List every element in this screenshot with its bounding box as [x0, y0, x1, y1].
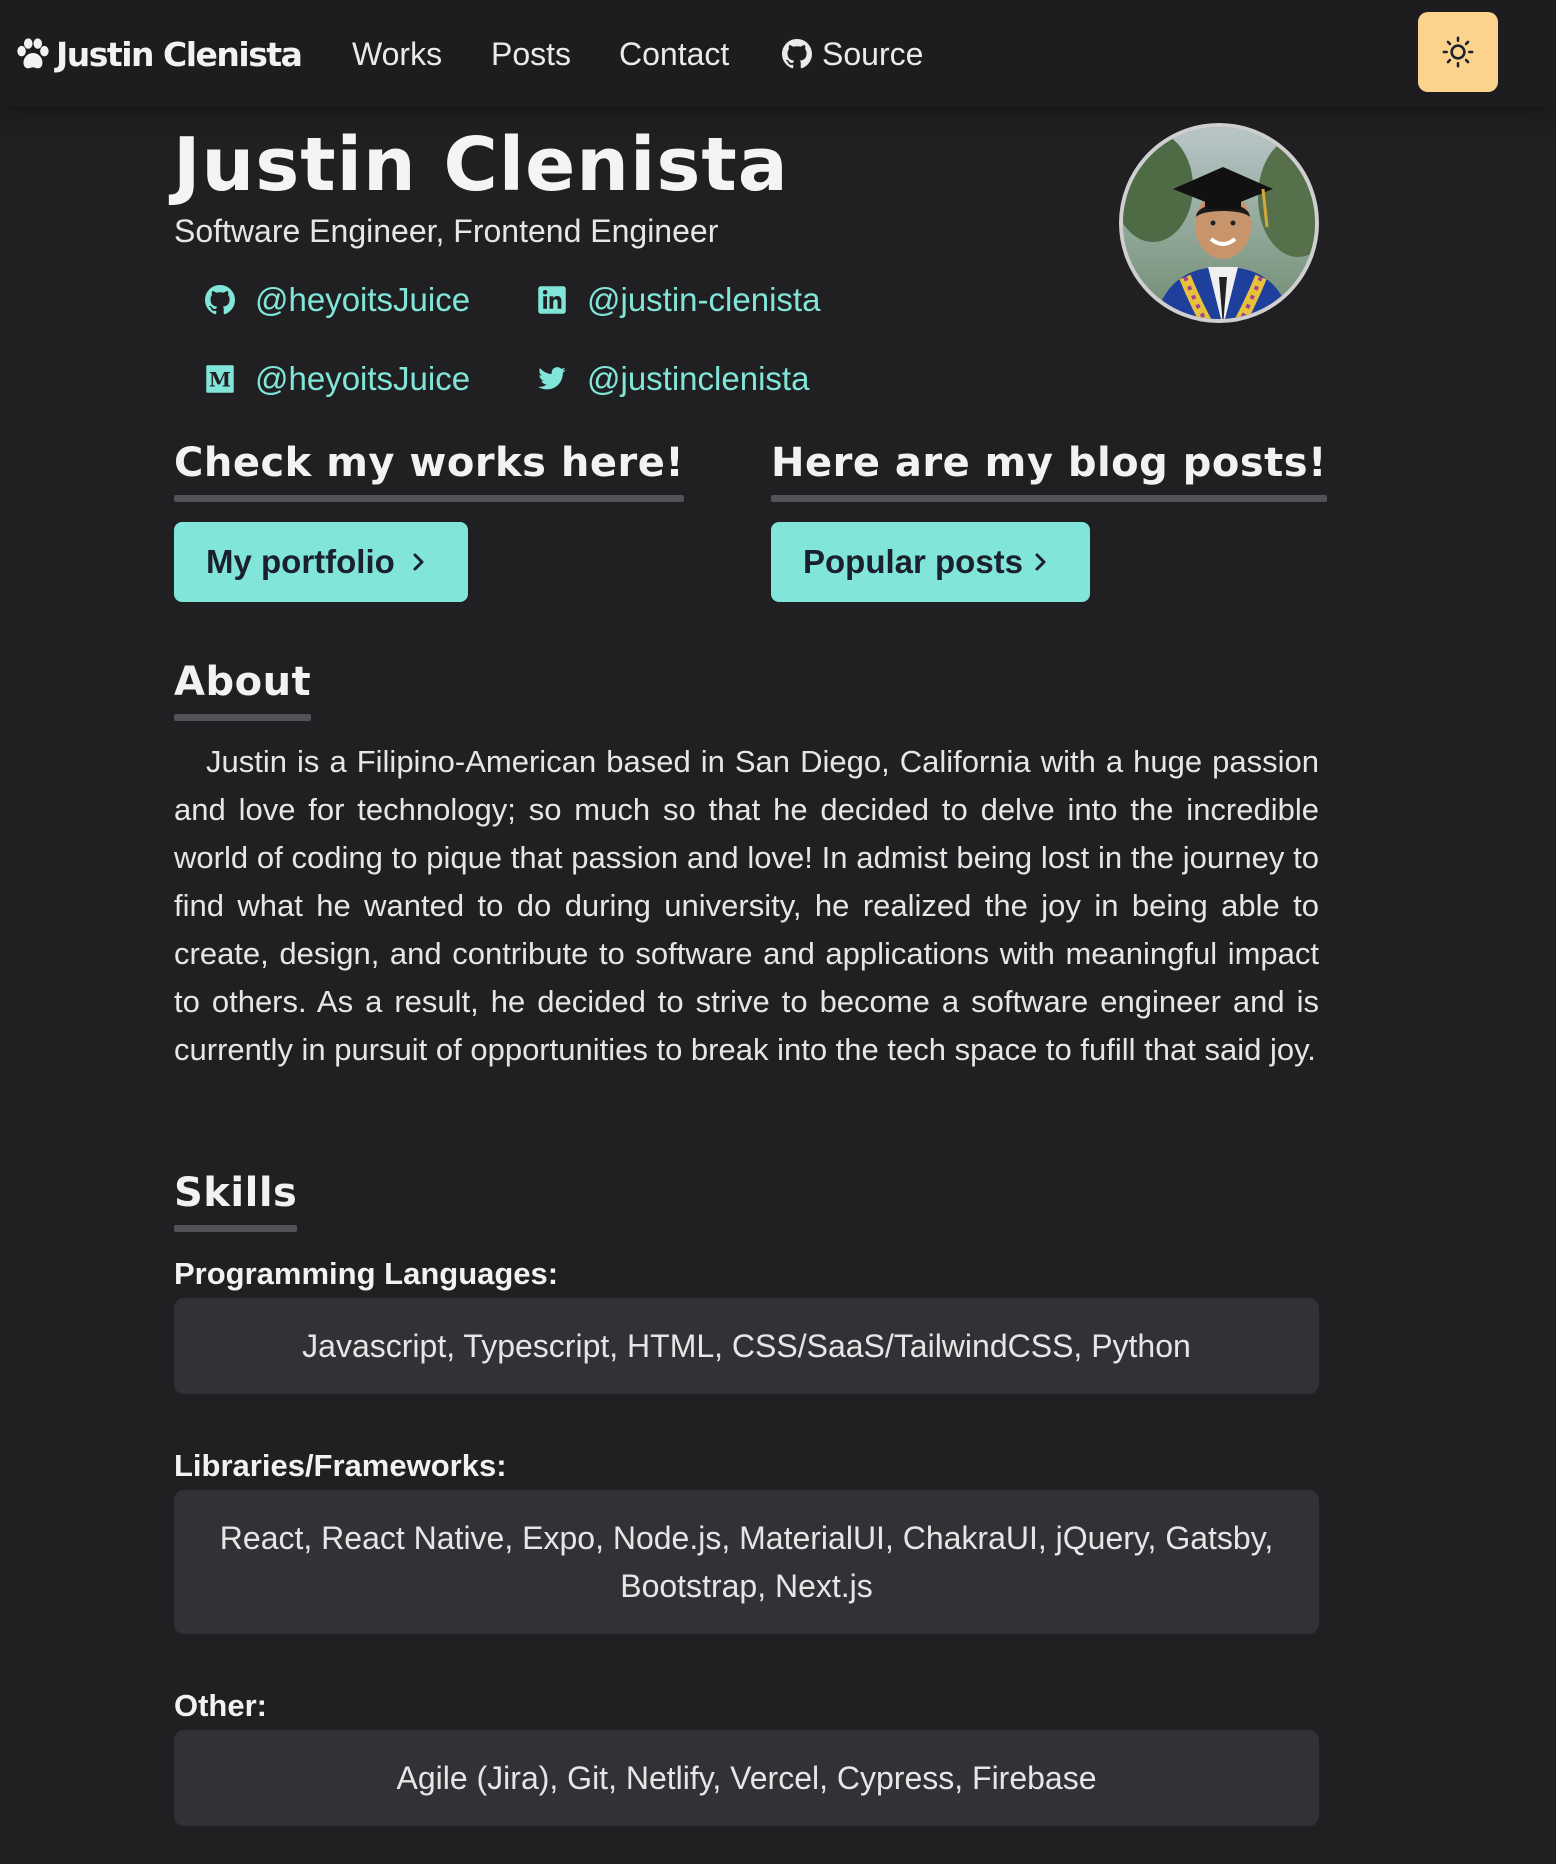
skill-group-items: Javascript, Typescript, HTML, CSS/SaaS/T…: [302, 1328, 1191, 1364]
profile-photo: [1123, 127, 1315, 319]
skill-group-label: Programming Languages:: [174, 1256, 559, 1291]
theme-toggle-button[interactable]: [1418, 12, 1498, 92]
blog-heading: Here are my blog posts!: [771, 440, 1327, 502]
nav-source-link[interactable]: Source: [782, 30, 923, 78]
portfolio-button[interactable]: My portfolio: [174, 522, 468, 602]
skill-group-box: React, React Native, Expo, Node.js, Mate…: [174, 1490, 1319, 1634]
medium-handle: @heyoitsJuice: [255, 360, 471, 397]
top-nav: Justin Clenista Works Posts Contact Sour…: [0, 0, 1556, 106]
portfolio-button-label: My portfolio: [206, 543, 395, 580]
sun-icon: [1442, 36, 1474, 68]
skill-group-label: Other:: [174, 1688, 267, 1723]
page-title: Justin Clenista: [173, 122, 789, 208]
svg-text:M: M: [209, 368, 231, 392]
github-handle: @heyoitsJuice: [255, 281, 471, 318]
github-social-link[interactable]: @heyoitsJuice: [205, 278, 470, 322]
skill-group-items: React, React Native, Expo, Node.js, Mate…: [219, 1520, 1274, 1604]
works-heading: Check my works here!: [174, 440, 685, 502]
nav-works-link[interactable]: Works: [352, 30, 442, 78]
github-icon: [782, 39, 812, 69]
about-paragraph: Justin is a Filipino-American based in S…: [174, 744, 1319, 1067]
nav-posts-link[interactable]: Posts: [491, 30, 571, 78]
skill-group-box: Agile (Jira), Git, Netlify, Vercel, Cypr…: [174, 1730, 1319, 1826]
skill-group-box: Javascript, Typescript, HTML, CSS/SaaS/T…: [174, 1298, 1319, 1394]
skill-group-label: Libraries/Frameworks:: [174, 1448, 507, 1483]
logo-text: Justin Clenista: [56, 34, 303, 74]
logo-link[interactable]: Justin Clenista: [14, 30, 303, 78]
avatar: [1119, 123, 1319, 323]
github-icon: [205, 285, 235, 315]
popular-posts-button[interactable]: Popular posts: [771, 522, 1090, 602]
chevron-right-icon: [1035, 553, 1046, 571]
twitter-icon: [538, 367, 566, 390]
job-subtitle: Software Engineer, Frontend Engineer: [174, 213, 719, 249]
nav-contact-link[interactable]: Contact: [619, 30, 729, 78]
skills-heading: Skills: [174, 1170, 298, 1232]
popular-posts-button-label: Popular posts: [803, 543, 1024, 580]
nav-source-label: Source: [822, 36, 924, 72]
linkedin-handle: @justin-clenista: [587, 281, 821, 318]
linkedin-icon: [538, 286, 566, 314]
medium-icon: M: [206, 365, 234, 393]
twitter-social-link[interactable]: @justinclenista: [537, 357, 809, 401]
medium-social-link[interactable]: M @heyoitsJuice: [205, 357, 470, 401]
chevron-right-icon: [413, 553, 424, 571]
linkedin-social-link[interactable]: @justin-clenista: [537, 278, 820, 322]
twitter-handle: @justinclenista: [587, 360, 810, 397]
skill-group-items: Agile (Jira), Git, Netlify, Vercel, Cypr…: [396, 1760, 1097, 1796]
about-heading: About: [174, 659, 312, 721]
paw-icon: [17, 38, 49, 69]
